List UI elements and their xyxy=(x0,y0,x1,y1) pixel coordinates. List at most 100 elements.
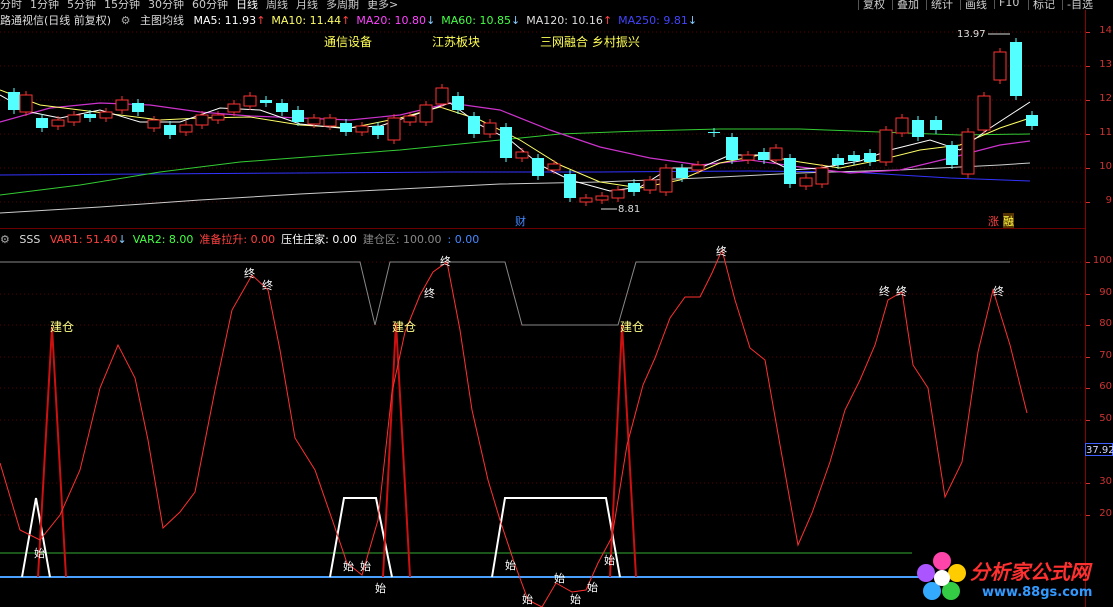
candle xyxy=(815,167,829,185)
shi-label: 始 xyxy=(375,582,386,595)
finance-marker[interactable]: 财 xyxy=(515,213,526,229)
candle xyxy=(691,164,705,171)
candle xyxy=(8,92,20,110)
candle xyxy=(961,131,975,175)
candle xyxy=(579,197,593,203)
fuquan-button[interactable]: 复权 xyxy=(858,0,889,10)
price-chart[interactable] xyxy=(0,10,1085,228)
current-value-box: 37.92 xyxy=(1085,443,1113,456)
period-tab[interactable]: 60分钟 xyxy=(192,0,228,10)
candle xyxy=(179,124,193,133)
candle xyxy=(483,122,497,135)
candle xyxy=(403,115,417,123)
indicator-tick: 30 xyxy=(1099,476,1112,487)
zhong-label: 终 xyxy=(993,285,1004,298)
candle xyxy=(799,177,813,187)
candle xyxy=(340,123,352,132)
shi-label: 始 xyxy=(587,581,598,594)
candle xyxy=(387,117,401,141)
low-price-label: 8.81 xyxy=(618,204,641,215)
zhong-label: 终 xyxy=(440,255,451,268)
candle xyxy=(84,114,96,118)
candle xyxy=(515,151,529,159)
right-axis: 14 13 12 11 10 9 100 90 80 70 60 50 30 2… xyxy=(1085,10,1113,607)
candle xyxy=(147,119,161,129)
candle xyxy=(115,99,129,111)
high-price-label: 13.97 xyxy=(957,29,986,40)
margin-marker[interactable]: 融 xyxy=(1003,213,1014,229)
candle xyxy=(977,95,991,131)
indicator-gridlines xyxy=(0,261,1085,516)
candle xyxy=(946,145,958,165)
period-tab[interactable]: 1分钟 xyxy=(30,0,59,10)
price-tick: 14 xyxy=(1099,25,1112,36)
candle xyxy=(912,120,924,137)
period-tab[interactable]: 月线 xyxy=(296,0,318,10)
candle xyxy=(708,132,720,133)
candle xyxy=(452,96,464,110)
f10-button[interactable]: F10 xyxy=(994,0,1023,9)
indicator-tick: 50 xyxy=(1099,413,1112,424)
period-tab[interactable]: 分时 xyxy=(0,0,22,10)
zhong-label: 终 xyxy=(262,279,273,292)
shi-label: 始 xyxy=(505,559,516,572)
watermark-url: www.88gs.com xyxy=(982,585,1093,600)
shi-label: 始 xyxy=(522,593,533,606)
period-toolbar: 分时 1分钟 5分钟 15分钟 30分钟 60分钟 日线 周线 月线 多周期 更多> 复权 叠加 统… xyxy=(0,0,1113,10)
zhong-label: 终 xyxy=(244,267,255,280)
candle xyxy=(993,51,1007,81)
zhong-label: 终 xyxy=(896,285,907,298)
period-tab[interactable]: 周线 xyxy=(266,0,288,10)
draw-button[interactable]: 画线 xyxy=(960,0,991,10)
period-tab[interactable]: 更多> xyxy=(367,0,398,10)
candle xyxy=(372,126,384,135)
watchlist-button[interactable]: -自选 xyxy=(1062,0,1097,10)
overlay-button[interactable]: 叠加 xyxy=(892,0,923,10)
period-tab[interactable]: 多周期 xyxy=(326,0,359,10)
candle xyxy=(36,118,48,128)
shi-label: 始 xyxy=(360,560,371,573)
candle xyxy=(276,103,288,112)
candle xyxy=(1026,115,1038,126)
candle xyxy=(643,179,657,191)
candle xyxy=(435,87,449,105)
shi-label: 始 xyxy=(554,572,565,585)
candle xyxy=(726,137,738,160)
candle xyxy=(292,110,304,122)
candle xyxy=(243,95,257,107)
candle xyxy=(628,183,640,192)
candle xyxy=(67,114,81,123)
candle xyxy=(848,155,860,161)
period-tab[interactable]: 30分钟 xyxy=(148,0,184,10)
zhong-label: 终 xyxy=(716,245,727,258)
stats-button[interactable]: 统计 xyxy=(926,0,957,10)
price-tick: 13 xyxy=(1099,59,1112,70)
candle xyxy=(547,163,561,171)
period-tabs: 分时 1分钟 5分钟 15分钟 30分钟 60分钟 日线 周线 月线 多周期 更多> xyxy=(0,0,406,10)
candle xyxy=(99,111,113,119)
candle xyxy=(468,116,480,134)
candle xyxy=(611,189,625,199)
candle xyxy=(307,117,321,125)
ma5-line xyxy=(0,94,1031,192)
zhong-label: 终 xyxy=(424,287,435,300)
price-tick: 9 xyxy=(1105,195,1112,206)
shi-label: 始 xyxy=(604,554,615,567)
candle xyxy=(595,195,609,201)
price-tick: 11 xyxy=(1099,127,1112,138)
indicator-tick: 80 xyxy=(1099,318,1112,329)
price-tick: 10 xyxy=(1099,161,1112,172)
mark-button[interactable]: 标记 xyxy=(1028,0,1059,10)
candle xyxy=(864,153,876,162)
indicator-tick: 20 xyxy=(1099,508,1112,519)
limit-up-marker[interactable]: 涨 xyxy=(988,213,999,229)
candle xyxy=(659,167,673,193)
ma120-line xyxy=(0,162,1031,214)
period-tab[interactable]: 15分钟 xyxy=(104,0,140,10)
pane-divider[interactable] xyxy=(0,228,1085,229)
period-tab[interactable]: 5分钟 xyxy=(67,0,96,10)
zhong-label: 终 xyxy=(879,285,890,298)
period-tab[interactable]: 日线 xyxy=(236,0,258,10)
candle xyxy=(19,94,33,113)
candle xyxy=(895,117,909,134)
